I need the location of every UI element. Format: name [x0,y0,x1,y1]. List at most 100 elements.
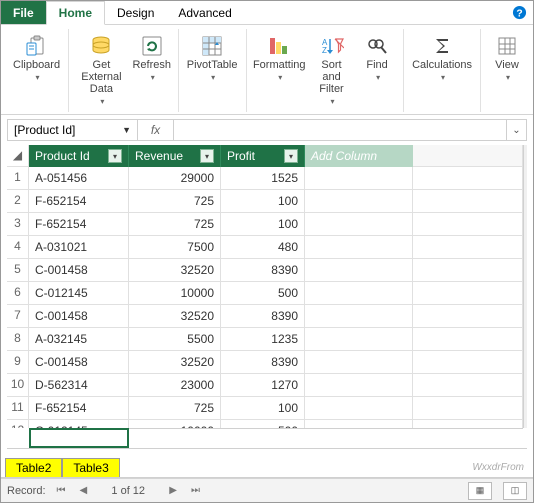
row-header[interactable]: 5 [7,259,29,282]
cell-revenue[interactable]: 725 [129,213,221,236]
cell-empty[interactable] [305,328,413,351]
formula-input[interactable] [174,120,506,140]
cell-profit[interactable]: 500 [221,282,305,305]
cell-empty[interactable] [305,282,413,305]
advanced-tab[interactable]: Advanced [166,1,243,24]
cell-profit[interactable]: 8390 [221,305,305,328]
active-cell-cursor[interactable] [29,428,129,448]
cell-productid[interactable]: C-001458 [29,351,129,374]
last-record-button[interactable]: ⏭ [188,485,203,496]
cell-empty[interactable] [413,328,523,351]
cell-profit[interactable]: 480 [221,236,305,259]
column-header-productid[interactable]: Product Id [29,145,129,167]
row-header[interactable]: 7 [7,305,29,328]
cell-empty[interactable] [305,190,413,213]
cell-profit[interactable]: 100 [221,213,305,236]
cell-profit[interactable]: 1270 [221,374,305,397]
view-mode-other[interactable]: ◫ [503,482,527,500]
pivottable-button[interactable]: PivotTable [183,31,242,86]
cell-productid[interactable]: D-562314 [29,374,129,397]
row-header[interactable]: 1 [7,167,29,190]
home-tab[interactable]: Home [46,1,105,25]
cell-empty[interactable] [413,374,523,397]
row-header[interactable]: 10 [7,374,29,397]
row-header[interactable]: 9 [7,351,29,374]
cell-productid[interactable]: A-031021 [29,236,129,259]
refresh-button[interactable]: Refresh [130,31,174,110]
row-header[interactable]: 8 [7,328,29,351]
get-external-data-button[interactable]: Get External Data [73,31,130,110]
sheet-tab-table2[interactable]: Table2 [5,458,62,477]
cell-revenue[interactable]: 32520 [129,351,221,374]
row-header[interactable]: 12 [7,420,29,428]
cell-empty[interactable] [305,420,413,428]
find-button[interactable]: Find [355,31,399,110]
cell-empty[interactable] [305,305,413,328]
sheet-tab-table3[interactable]: Table3 [62,458,119,477]
cell-empty[interactable] [413,259,523,282]
cell-empty[interactable] [305,351,413,374]
name-box[interactable]: [Product Id]▼ [8,120,138,140]
design-tab[interactable]: Design [105,1,166,24]
next-record-button[interactable]: ▶ [166,485,180,496]
clipboard-button[interactable]: Clipboard [9,31,64,86]
cell-revenue[interactable]: 5500 [129,328,221,351]
cell-profit[interactable]: 100 [221,397,305,420]
cell-revenue[interactable]: 7500 [129,236,221,259]
column-header-profit[interactable]: Profit [221,145,305,167]
sort-filter-button[interactable]: AZ Sort and Filter [308,31,355,110]
prev-record-button[interactable]: ◀ [77,485,91,496]
cell-empty[interactable] [413,397,523,420]
cell-empty[interactable] [305,397,413,420]
expand-formula-bar[interactable]: ⌄ [506,120,526,140]
first-record-button[interactable]: ⏮ [54,485,69,496]
filter-icon[interactable] [108,149,122,163]
cell-productid[interactable]: A-032145 [29,328,129,351]
filter-icon[interactable] [200,149,214,163]
cell-revenue[interactable]: 29000 [129,167,221,190]
cell-empty[interactable] [413,167,523,190]
cell-empty[interactable] [305,374,413,397]
cell-profit[interactable]: 100 [221,190,305,213]
column-header-revenue[interactable]: Revenue [129,145,221,167]
cell-productid[interactable]: F-652154 [29,213,129,236]
cell-empty[interactable] [305,213,413,236]
row-header[interactable]: 2 [7,190,29,213]
filter-icon[interactable] [284,149,298,163]
cell-revenue[interactable]: 32520 [129,259,221,282]
row-header[interactable]: 11 [7,397,29,420]
file-tab[interactable]: File [1,1,46,24]
cell-profit[interactable]: 500 [221,420,305,428]
cell-productid[interactable]: C-001458 [29,259,129,282]
cell-revenue[interactable]: 10000 [129,282,221,305]
chevron-down-icon[interactable]: ▼ [122,125,131,135]
cell-empty[interactable] [413,190,523,213]
row-header[interactable]: 6 [7,282,29,305]
cell-productid[interactable]: C-012145 [29,282,129,305]
cell-empty[interactable] [413,236,523,259]
calculations-button[interactable]: Calculations [408,31,476,86]
cell-productid[interactable]: C-012145 [29,420,129,428]
cell-productid[interactable]: F-652154 [29,190,129,213]
cell-productid[interactable]: A-051456 [29,167,129,190]
cell-profit[interactable]: 8390 [221,351,305,374]
cell-empty[interactable] [413,213,523,236]
cell-profit[interactable]: 1525 [221,167,305,190]
cell-empty[interactable] [413,420,523,428]
row-header[interactable]: 4 [7,236,29,259]
cell-revenue[interactable]: 725 [129,397,221,420]
cell-productid[interactable]: C-001458 [29,305,129,328]
view-mode-grid[interactable]: ▦ [468,482,492,500]
cell-productid[interactable]: F-652154 [29,397,129,420]
cell-revenue[interactable]: 23000 [129,374,221,397]
cell-revenue[interactable]: 10000 [129,420,221,428]
cell-empty[interactable] [305,236,413,259]
formatting-button[interactable]: Formatting [251,31,308,110]
cell-empty[interactable] [413,351,523,374]
cell-revenue[interactable]: 32520 [129,305,221,328]
row-header[interactable]: 3 [7,213,29,236]
cell-empty[interactable] [413,305,523,328]
help-icon[interactable]: ? [512,1,527,24]
cell-empty[interactable] [305,259,413,282]
vertical-scrollbar[interactable]: ▲▼ [523,145,527,428]
